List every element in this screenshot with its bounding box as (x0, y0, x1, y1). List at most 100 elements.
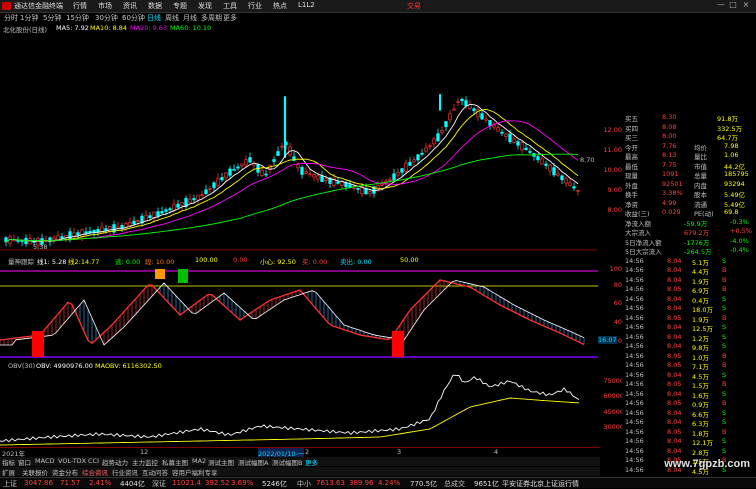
period-15min[interactable]: 15分钟 (66, 13, 89, 23)
trade-button[interactable]: 交易 (407, 1, 421, 11)
ma20-line (5, 120, 579, 243)
quote-volume: 332.5万 (717, 124, 743, 133)
menu-item-news[interactable]: 资讯 (123, 1, 137, 11)
period-intraday[interactable]: 分时 (4, 13, 18, 23)
tick-price: 8.05 (667, 427, 682, 436)
menu-item-hotspot[interactable]: 热点 (273, 1, 287, 11)
ind2-tick-45000: 45000 (603, 408, 624, 416)
period-multi[interactable]: 多周期 (201, 13, 222, 23)
menu-item-quotes[interactable]: 行情 (73, 1, 87, 11)
candle-body (68, 231, 72, 240)
quote-label: 现量 (625, 172, 638, 180)
quote-price: 8.08 (662, 122, 677, 131)
zx-value: 7613.63 (316, 479, 345, 487)
sz-name[interactable]: 深证 (152, 479, 166, 489)
tick-price: 8.04 (667, 323, 682, 331)
period-60min[interactable]: 60分钟 (122, 13, 145, 23)
tab-welfare[interactable]: 容用户福利专享 (172, 467, 218, 477)
candle-body (136, 220, 140, 222)
obv-chart[interactable] (0, 371, 598, 447)
menu-item-tools[interactable]: 工具 (223, 1, 237, 11)
candle-body (156, 211, 160, 217)
flow-row: 5日净流入额 -1776万 -4.0% (622, 237, 756, 247)
candle-body (568, 182, 572, 186)
menu-item-market[interactable]: 市场 (98, 1, 112, 11)
candle-body (540, 158, 544, 165)
menu-item-discover[interactable]: 发现 (198, 1, 212, 11)
tick-row: 14:56 8.04 1.9万 B (622, 275, 756, 286)
indicator2-name[interactable]: OBV(30) (8, 362, 35, 370)
tab-industry-news[interactable]: 行业资讯 (112, 467, 138, 477)
tick-volume: 0.4万 (692, 296, 709, 305)
tab-test-a[interactable]: 测试幅图A (238, 457, 268, 467)
candle-body (100, 226, 104, 234)
ind1-v100: 100.00 (195, 256, 218, 264)
tab-cci[interactable]: CCI (88, 457, 99, 465)
ma10-line (5, 108, 579, 243)
ind1-tick-60: 60 (613, 299, 622, 307)
menu-item-industry[interactable]: 行业 (248, 1, 262, 11)
indicator1-chart[interactable] (0, 265, 598, 360)
tick-volume: 4.5万 (692, 372, 709, 381)
quote-row: 换手 3.38% 股本 5.49亿 (622, 189, 756, 199)
menu-item-data[interactable]: 数据 (148, 1, 162, 11)
tick-direction: B (722, 275, 727, 284)
menu-item-topics[interactable]: 专题 (173, 1, 187, 11)
zx-name[interactable]: 中小 (297, 479, 311, 489)
tab-indicator[interactable]: 指标 (2, 457, 15, 467)
quote-price: 7.76 (662, 141, 677, 150)
tab-fund-dist[interactable]: 资金分布 (52, 467, 78, 477)
tab-trend[interactable]: 趋势动力 (102, 457, 128, 467)
tab-ma2[interactable]: MA2 (192, 457, 206, 465)
period-5min[interactable]: 5分钟 (43, 13, 61, 23)
flow-value: -264.5万 (684, 248, 712, 256)
news-ticker[interactable]: 平安证券北京上证运行情 (502, 479, 579, 489)
period-1min[interactable]: 1分钟 (20, 13, 38, 23)
tab-more[interactable]: 更多 (305, 457, 318, 467)
candle-body (236, 166, 240, 169)
tab-related[interactable]: 关联报价 (22, 467, 48, 477)
candle-body (324, 178, 328, 181)
close-button[interactable]: × (741, 0, 751, 11)
period-daily[interactable]: 日线 (147, 13, 161, 23)
period-monthly[interactable]: 月线 (183, 13, 197, 23)
maximize-button[interactable]: □ (728, 0, 738, 11)
tab-private[interactable]: 私募主图 (162, 457, 188, 467)
tab-test-b[interactable]: 测试幅图B (272, 457, 302, 467)
tab-news[interactable]: 综合资讯 (82, 467, 108, 477)
candle-body (480, 113, 484, 120)
tab-macd[interactable]: MACD (35, 457, 54, 465)
tick-price: 8.04 (667, 437, 682, 445)
candle-body (300, 166, 304, 175)
candle-body (452, 108, 456, 111)
period-30min[interactable]: 30分钟 (95, 13, 118, 23)
candle-body (368, 191, 372, 195)
tab-test-main[interactable]: 测试主图 (208, 457, 234, 467)
tab-qa[interactable]: 互动问答 (142, 467, 168, 477)
minimize-button[interactable]: — (716, 0, 726, 11)
quote-label: 买三 (625, 134, 638, 142)
tab-window[interactable]: 窗口 (18, 457, 31, 467)
tab-main-monitor[interactable]: 主力监控 (132, 457, 158, 467)
period-weekly[interactable]: 周线 (165, 13, 179, 23)
sh-pct: 2.41% (89, 479, 112, 487)
candle-body (60, 236, 64, 239)
candle-body (336, 181, 340, 184)
tick-row: 14:56 8.04 9.8万 S (622, 342, 756, 352)
candle-body (180, 202, 184, 207)
tick-direction: S (722, 446, 727, 455)
sh-name[interactable]: 上证 (3, 479, 17, 489)
tick-row: 14:56 8.04 5.1万 S (622, 257, 756, 267)
menu-item-l1l2[interactable]: L1L2 (298, 1, 315, 9)
quote-label2: 流通 (694, 200, 707, 209)
tab-vol[interactable]: VOL-TDX (58, 457, 86, 465)
candle-body (544, 163, 548, 166)
candle-body (460, 98, 464, 102)
tab-extend[interactable]: 扩展 (2, 467, 15, 477)
ind1-signal-bar (32, 331, 44, 357)
candlestick-chart[interactable] (0, 33, 598, 251)
period-more[interactable]: 更多 (223, 13, 237, 23)
tick-row: 14:56 8.04 1.2万 S (622, 333, 756, 343)
tick-volume: 4.4万 (692, 268, 709, 276)
y-tick-10: 10.00 (603, 166, 622, 174)
